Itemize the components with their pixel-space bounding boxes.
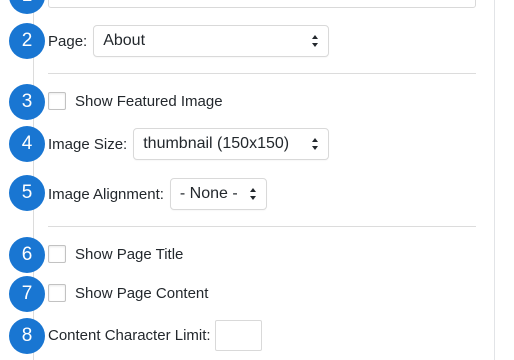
step-badge-2: 2 [9,23,45,59]
image-alignment-label: Image Alignment: [48,185,164,203]
show-featured-image-checkbox[interactable] [48,92,66,110]
section-divider-1 [48,73,476,74]
show-featured-image-row[interactable]: Show Featured Image [48,92,223,110]
image-size-select-value: thumbnail (150x150) [143,135,290,152]
panel-right-border [494,0,495,360]
image-size-label: Image Size: [48,135,128,153]
page-label: Page: [48,32,88,50]
content-char-limit-input[interactable] [214,320,262,351]
widget-settings-panel: 1 2 Page: About 3 Show Featured Image 4 … [0,0,514,360]
step-badge-5: 5 [9,175,45,211]
show-page-content-checkbox[interactable] [48,284,66,302]
show-page-title-checkbox[interactable] [48,245,66,263]
image-alignment-row: Image Alignment: - None - [48,178,267,210]
select-arrows-icon [249,188,256,200]
content-char-limit-label: Content Character Limit: [48,327,211,344]
section-divider-2 [48,226,476,227]
step-badge-8: 8 [9,318,45,354]
select-arrows-icon [312,35,319,47]
content-char-limit-row: Content Character Limit: [48,320,262,351]
select-arrows-icon [312,138,319,150]
image-alignment-select-value: - None - [179,185,238,202]
page-row: Page: About [48,25,330,57]
page-select[interactable]: About [93,25,330,57]
step-badge-4: 4 [9,126,45,162]
show-page-content-label: Show Page Content [75,284,209,302]
show-page-title-label: Show Page Title [75,245,184,263]
step-badge-1: 1 [9,0,45,14]
show-page-title-row[interactable]: Show Page Title [48,245,183,263]
step-badge-3: 3 [9,84,45,120]
image-size-row: Image Size: thumbnail (150x150) [48,128,330,160]
image-alignment-select[interactable]: - None - [169,178,267,210]
show-featured-image-label: Show Featured Image [75,92,223,110]
step-badge-7: 7 [9,276,45,312]
page-select-value: About [103,32,146,49]
title-input[interactable] [48,0,476,8]
step-badge-6: 6 [9,237,45,273]
image-size-select[interactable]: thumbnail (150x150) [133,128,330,160]
show-page-content-row[interactable]: Show Page Content [48,284,208,302]
